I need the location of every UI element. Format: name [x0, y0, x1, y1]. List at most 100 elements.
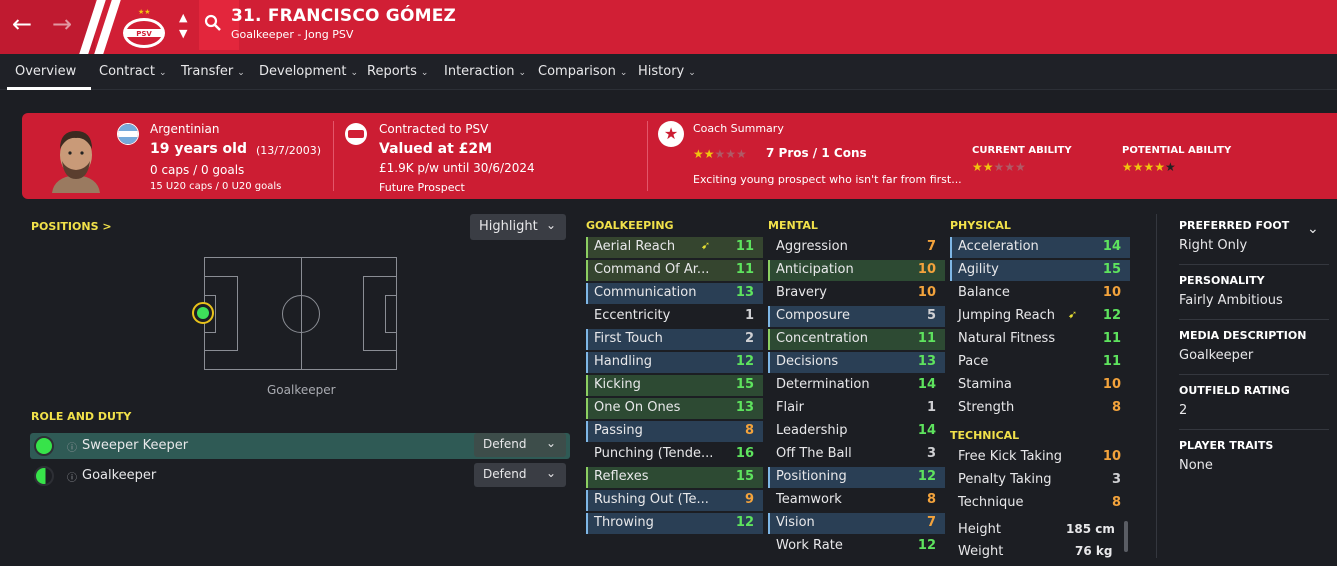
duty-dropdown[interactable]: Defend ⌄: [474, 433, 566, 457]
forward-arrow-icon[interactable]: →: [52, 10, 72, 38]
attribute-value: 10: [917, 262, 936, 277]
attribute-row[interactable]: Punching (Tende... 16: [586, 444, 763, 465]
attribute-row[interactable]: Communication 13: [586, 283, 763, 304]
attribute-row[interactable]: Acceleration 14: [950, 237, 1130, 258]
coach-pros-cons[interactable]: 7 Pros / 1 Cons: [766, 146, 867, 160]
attribute-row[interactable]: Passing 8: [586, 421, 763, 442]
attribute-value: 13: [917, 354, 936, 369]
attribute-row[interactable]: Aggression 7: [768, 237, 945, 258]
attribute-row[interactable]: Strength 8: [950, 398, 1130, 419]
attribute-name: Vision: [776, 515, 815, 530]
attribute-value: 14: [1102, 239, 1121, 254]
attribute-row[interactable]: Bravery 10: [768, 283, 945, 304]
chevron-down-icon: ⌄: [420, 68, 429, 78]
attribute-value: 8: [1111, 495, 1121, 510]
attribute-value: 10: [1102, 377, 1121, 392]
attribute-value: 11: [735, 262, 754, 277]
attribute-row[interactable]: Jumping Reach 12 ➹: [950, 306, 1130, 327]
tab-development[interactable]: Development ⌄: [259, 64, 358, 79]
positions-link[interactable]: POSITIONS >: [31, 220, 112, 233]
attribute-name: Eccentricity: [594, 308, 671, 323]
attribute-row[interactable]: Decisions 13: [768, 352, 945, 373]
chevron-down-icon[interactable]: ▼: [179, 27, 187, 40]
attribute-row[interactable]: Determination 14: [768, 375, 945, 396]
attribute-row[interactable]: Off The Ball 3: [768, 444, 945, 465]
role-row-sweeper-keeper[interactable]: ⓘ Sweeper Keeper Defend ⌄: [30, 433, 570, 459]
potential-ability-label: POTENTIAL ABILITY: [1122, 145, 1232, 156]
attribute-name: Decisions: [776, 354, 839, 369]
goalkeeper-position-marker[interactable]: [192, 302, 214, 324]
tab-history[interactable]: History ⌄: [638, 64, 696, 79]
attribute-row[interactable]: Free Kick Taking 10: [950, 447, 1130, 468]
attribute-row[interactable]: First Touch 2: [586, 329, 763, 350]
attribute-name: Pace: [958, 354, 989, 369]
info-icon[interactable]: ⓘ: [67, 469, 77, 484]
attribute-row[interactable]: Teamwork 8: [768, 490, 945, 511]
attribute-row[interactable]: Handling 12: [586, 352, 763, 373]
duty-label: Defend: [483, 437, 527, 451]
date-of-birth: (13/7/2003): [256, 144, 321, 157]
attribute-value: 15: [735, 377, 754, 392]
highlight-dropdown[interactable]: Highlight ⌄: [470, 214, 566, 240]
attribute-row[interactable]: Kicking 15: [586, 375, 763, 396]
attribute-value: 10: [1102, 449, 1121, 464]
attribute-row[interactable]: Agility 15: [950, 260, 1130, 281]
trend-arrow-icon: ➹: [701, 239, 711, 252]
info-value: None: [1179, 458, 1213, 473]
role-row-goalkeeper[interactable]: ⓘ Goalkeeper Defend ⌄: [30, 463, 570, 489]
attribute-value: 11: [917, 331, 936, 346]
attribute-value: 14: [917, 423, 936, 438]
role-name: Sweeper Keeper: [82, 438, 189, 453]
attribute-name: Passing: [594, 423, 643, 438]
duty-dropdown[interactable]: Defend ⌄: [474, 463, 566, 487]
tab-overview[interactable]: Overview: [15, 64, 76, 79]
attribute-value: 11: [1102, 331, 1121, 346]
attribute-row[interactable]: Anticipation 10: [768, 260, 945, 281]
attribute-value: 8: [1111, 400, 1121, 415]
attribute-row[interactable]: Pace 11: [950, 352, 1130, 373]
attribute-row[interactable]: Natural Fitness 11: [950, 329, 1130, 350]
tab-interaction[interactable]: Interaction ⌄: [444, 64, 526, 79]
attribute-value: 7: [926, 515, 936, 530]
attribute-row[interactable]: Reflexes 15: [586, 467, 763, 488]
attribute-row[interactable]: Stamina 10: [950, 375, 1130, 396]
attribute-row[interactable]: Vision 7: [768, 513, 945, 534]
position-pitch: [204, 257, 397, 370]
attribute-row[interactable]: Composure 5: [768, 306, 945, 327]
attribute-row[interactable]: Work Rate 12: [768, 536, 945, 557]
attribute-row[interactable]: Technique 8: [950, 493, 1130, 514]
attribute-row[interactable]: Positioning 12: [768, 467, 945, 488]
scrollbar[interactable]: [1124, 521, 1128, 552]
info-value: Goalkeeper: [1179, 348, 1254, 363]
attribute-row[interactable]: One On Ones 13: [586, 398, 763, 419]
attribute-row[interactable]: Rushing Out (Te... 9: [586, 490, 763, 511]
attribute-value: 1: [744, 308, 754, 323]
info-value: 2: [1179, 403, 1188, 418]
attribute-row[interactable]: Flair 1: [768, 398, 945, 419]
attribute-row[interactable]: Eccentricity 1: [586, 306, 763, 327]
chevron-up-icon[interactable]: ▲: [179, 11, 187, 24]
chevron-down-icon[interactable]: ⌄: [1307, 221, 1319, 237]
info-label: PREFERRED FOOT: [1179, 219, 1290, 232]
current-ability-label: CURRENT ABILITY: [972, 145, 1072, 156]
attribute-row[interactable]: Penalty Taking 3: [950, 470, 1130, 491]
tab-transfer[interactable]: Transfer ⌄: [181, 64, 245, 79]
tab-comparison[interactable]: Comparison ⌄: [538, 64, 627, 79]
tab-contract[interactable]: Contract ⌄: [99, 64, 166, 79]
attribute-row[interactable]: Balance 10: [950, 283, 1130, 304]
club-badge-icon: ★★ PSV: [121, 6, 167, 50]
attribute-row[interactable]: Leadership 14: [768, 421, 945, 442]
chevron-down-icon: ⌄: [546, 218, 557, 232]
back-arrow-icon[interactable]: ←: [12, 10, 32, 38]
attribute-value: 8: [926, 492, 936, 507]
info-icon[interactable]: ⓘ: [67, 439, 77, 454]
attribute-value: 3: [1111, 472, 1121, 487]
attribute-name: Off The Ball: [776, 446, 852, 461]
attribute-row[interactable]: Concentration 11: [768, 329, 945, 350]
attribute-row[interactable]: Command Of Ar... 11: [586, 260, 763, 281]
attribute-name: Bravery: [776, 285, 827, 300]
attribute-row[interactable]: Throwing 12: [586, 513, 763, 534]
attribute-value: 13: [735, 285, 754, 300]
attribute-row[interactable]: Aerial Reach 11 ➹: [586, 237, 763, 258]
tab-reports[interactable]: Reports ⌄: [367, 64, 428, 79]
